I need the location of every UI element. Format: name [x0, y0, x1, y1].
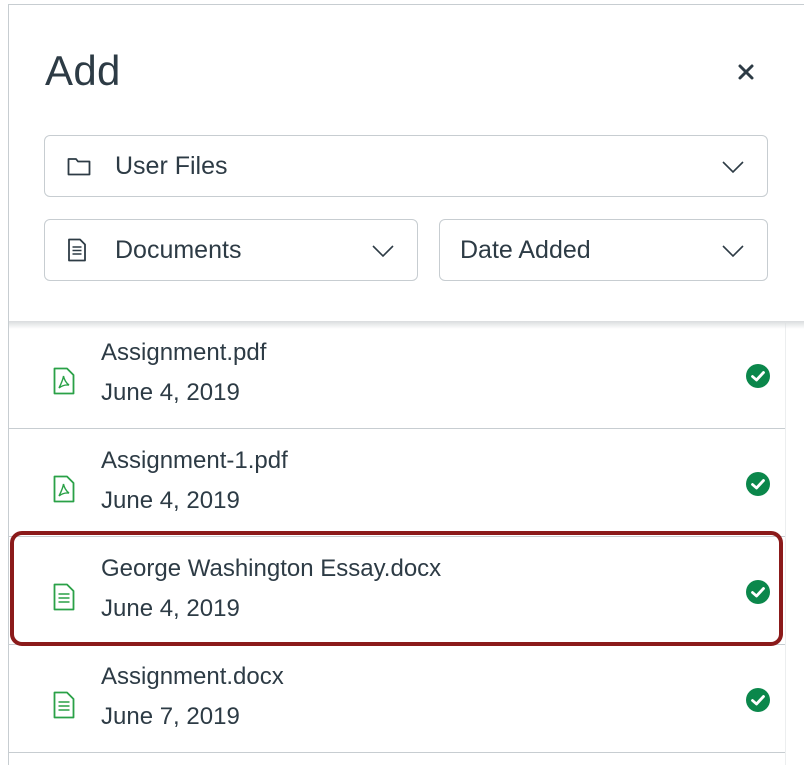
- check-circle-icon: [746, 580, 770, 604]
- panel-header: Add User Files Documents Date Added: [9, 5, 804, 323]
- document-icon: [67, 237, 91, 263]
- file-list-item[interactable]: Assignment.docx June 7, 2019: [9, 647, 785, 753]
- add-file-panel: Add User Files Documents Date Added Assi…: [8, 4, 804, 765]
- pdf-file-icon: [53, 367, 75, 395]
- scrollbar-track[interactable]: [785, 323, 804, 765]
- file-date: June 7, 2019: [101, 703, 240, 730]
- docx-file-icon: [53, 691, 75, 719]
- close-button[interactable]: [729, 55, 763, 89]
- folder-select-label: User Files: [115, 151, 228, 180]
- file-list-item[interactable]: Assignment-1.pdf June 4, 2019: [9, 431, 785, 537]
- file-list-item[interactable]: Assignment.pdf June 4, 2019: [9, 323, 785, 429]
- docx-file-icon: [53, 583, 75, 611]
- close-icon: [738, 64, 754, 80]
- file-name: George Washington Essay.docx: [101, 555, 442, 582]
- file-date: June 4, 2019: [101, 595, 240, 622]
- folder-select[interactable]: User Files: [44, 135, 768, 197]
- chevron-down-icon: [722, 161, 744, 174]
- check-circle-icon: [746, 688, 770, 712]
- file-date: June 4, 2019: [101, 379, 240, 406]
- file-list: Assignment.pdf June 4, 2019 Assignment-1…: [9, 323, 785, 765]
- file-list-item-selected[interactable]: George Washington Essay.docx June 4, 201…: [9, 539, 785, 645]
- chevron-down-icon: [372, 245, 394, 258]
- panel-title: Add: [45, 47, 121, 94]
- folder-icon: [67, 153, 91, 179]
- content-type-select[interactable]: Documents: [44, 219, 418, 281]
- content-type-label: Documents: [115, 235, 242, 264]
- sort-select-label: Date Added: [460, 235, 591, 264]
- check-circle-icon: [746, 364, 770, 388]
- file-date: June 4, 2019: [101, 487, 240, 514]
- check-circle-icon: [746, 472, 770, 496]
- file-name: Assignment.pdf: [101, 339, 267, 366]
- pdf-file-icon: [53, 475, 75, 503]
- file-name: Assignment.docx: [101, 663, 284, 690]
- sort-select[interactable]: Date Added: [439, 219, 768, 281]
- header-shadow: [9, 321, 804, 329]
- chevron-down-icon: [722, 245, 744, 258]
- file-name: Assignment-1.pdf: [101, 447, 288, 474]
